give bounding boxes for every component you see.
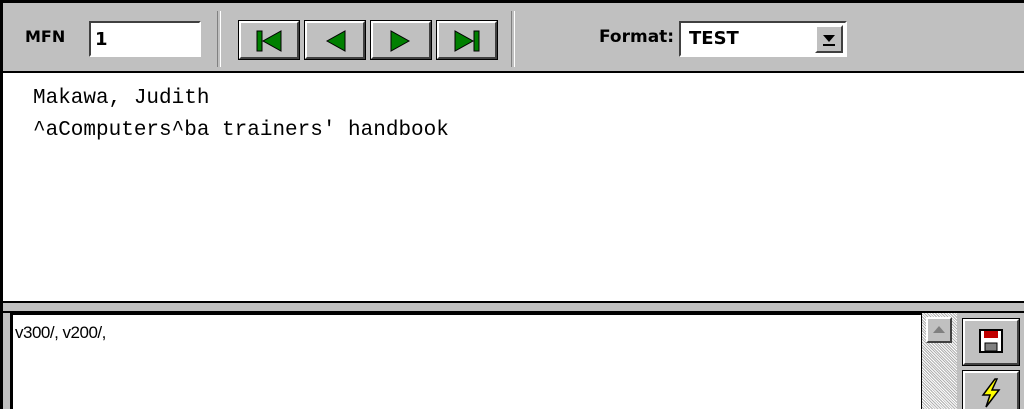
record-display: Makawa, Judith ^aComputers^ba trainers' … bbox=[3, 73, 1024, 301]
toolbar-separator bbox=[511, 11, 515, 67]
next-record-icon bbox=[390, 30, 411, 52]
format-value: TEST bbox=[689, 28, 739, 49]
run-format-button[interactable] bbox=[962, 370, 1020, 409]
record-line: Makawa, Judith bbox=[33, 87, 210, 110]
lightning-icon bbox=[981, 378, 1001, 408]
previous-record-icon bbox=[325, 30, 346, 52]
editor-side-panel bbox=[957, 313, 1024, 409]
format-label: Format: bbox=[599, 27, 675, 47]
last-record-button[interactable] bbox=[436, 20, 498, 60]
first-record-button[interactable] bbox=[238, 20, 300, 60]
mfn-label: MFN bbox=[25, 27, 66, 46]
format-editor[interactable]: v300/, v200/, bbox=[11, 313, 957, 409]
format-dropdown-button[interactable] bbox=[815, 25, 843, 53]
save-icon bbox=[979, 329, 1003, 353]
pane-splitter[interactable] bbox=[3, 301, 1024, 313]
vertical-scrollbar[interactable] bbox=[921, 313, 957, 409]
record-line: ^aComputers^ba trainers' handbook bbox=[33, 119, 449, 142]
scroll-up-button[interactable] bbox=[926, 317, 952, 343]
first-record-icon bbox=[256, 30, 282, 52]
chevron-down-icon bbox=[823, 35, 835, 46]
save-format-button[interactable] bbox=[962, 318, 1020, 366]
editor-frame bbox=[3, 313, 11, 409]
toolbar: MFN 1 Format: TEST bbox=[3, 3, 1024, 73]
last-record-icon bbox=[454, 30, 480, 52]
format-select[interactable]: TEST bbox=[679, 21, 847, 57]
isis-window: MFN 1 Format: TEST Makawa, Judith ^aComp… bbox=[0, 0, 1024, 409]
mfn-input[interactable]: 1 bbox=[89, 21, 201, 57]
next-record-button[interactable] bbox=[370, 20, 432, 60]
toolbar-separator bbox=[217, 11, 221, 67]
scroll-up-icon bbox=[933, 326, 945, 333]
previous-record-button[interactable] bbox=[304, 20, 366, 60]
